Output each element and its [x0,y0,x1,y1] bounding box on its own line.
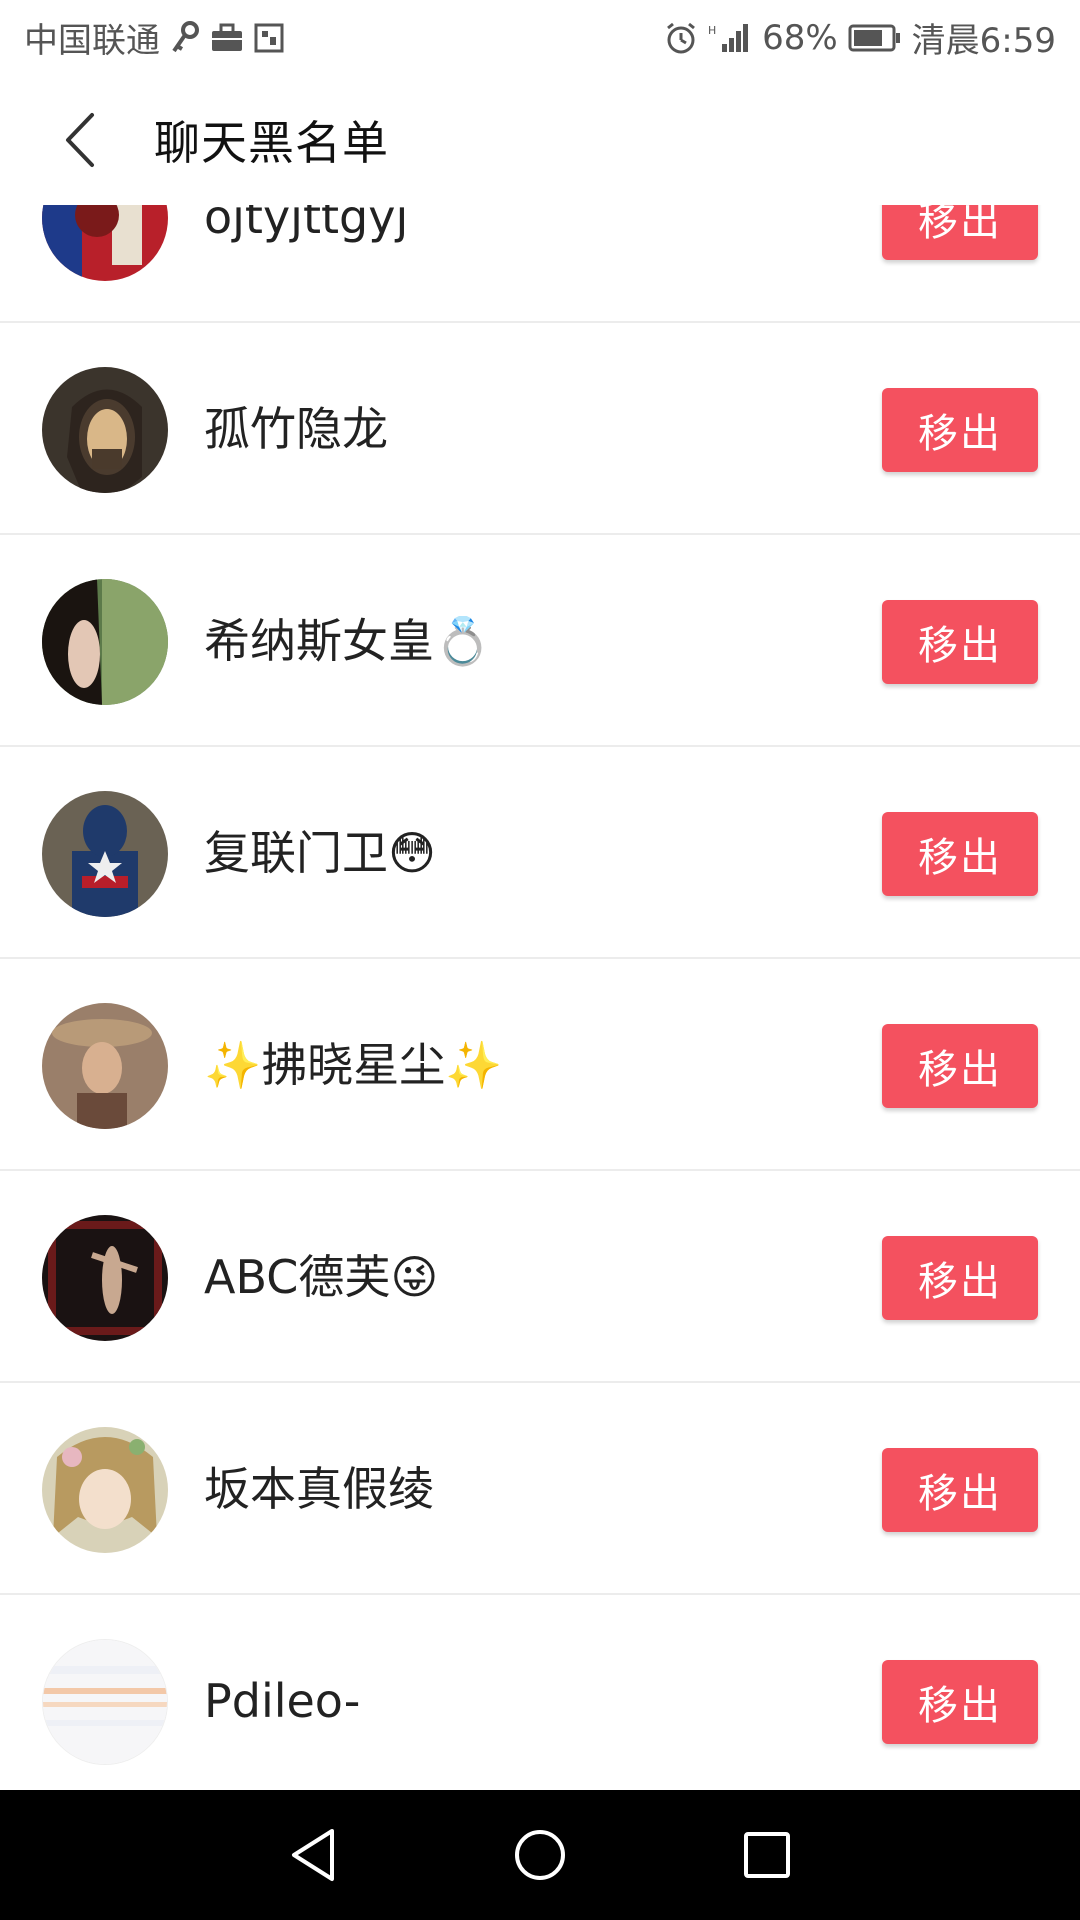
avatar[interactable] [42,1427,168,1553]
list-item: ✨拂晓星尘✨ 移出 [0,959,1080,1171]
list-item: ABC德芙😜 移出 [0,1171,1080,1383]
carrier-label: 中国联通 [24,21,160,61]
avatar[interactable] [42,791,168,917]
user-name: 孤竹隐龙 [204,402,388,456]
status-left: 中国联通 [24,13,284,62]
nav-home-button[interactable] [480,1795,600,1915]
system-nav-bar [0,1790,1080,1920]
remove-button[interactable]: 移出 [882,205,1038,260]
avatar[interactable] [42,205,168,281]
avatar[interactable] [42,367,168,493]
app-icon [254,23,284,53]
signal-icon: H [708,22,752,54]
app-header: 聊天黑名单 [0,75,1080,205]
list-item: 孤竹隐龙 移出 [0,323,1080,535]
svg-text:H: H [708,24,716,37]
user-name: ojtyjttgyj [204,205,409,244]
recents-square-icon [743,1832,790,1878]
blacklist: ojtyjttgyj 移出 孤竹隐龙 移出 希纳斯女皇💍 移出 复联门卫😳 移出 [0,205,1080,1790]
user-name: 复联门卫😳 [204,826,436,880]
page-title: 聊天黑名单 [154,116,389,170]
remove-button[interactable]: 移出 [882,600,1038,684]
remove-button[interactable]: 移出 [882,1236,1038,1320]
remove-button[interactable]: 移出 [882,812,1038,896]
list-item: 复联门卫😳 移出 [0,747,1080,959]
avatar[interactable] [42,1215,168,1341]
list-item: 希纳斯女皇💍 移出 [0,535,1080,747]
status-bar: 中国联通 H 68% 清晨6:59 [0,0,1080,75]
battery-percent: 68% [762,17,838,58]
avatar[interactable] [42,579,168,705]
chevron-left-icon [66,113,94,167]
clock-label: 清晨6:59 [911,21,1056,61]
user-name: ✨拂晓星尘✨ [204,1038,503,1092]
back-triangle-icon [292,1829,335,1881]
avatar[interactable] [42,1639,168,1765]
remove-button[interactable]: 移出 [882,1660,1038,1744]
back-button[interactable] [20,75,140,205]
user-name: 希纳斯女皇💍 [204,614,492,668]
status-right: H 68% 清晨6:59 [664,13,1056,62]
briefcase-icon [210,23,244,53]
key-icon [170,20,200,55]
nav-back-button[interactable] [253,1795,373,1915]
user-name: Pdileo- [204,1674,361,1728]
battery-icon [848,24,902,52]
remove-button[interactable]: 移出 [882,1448,1038,1532]
remove-button[interactable]: 移出 [882,1024,1038,1108]
user-name: 坂本真假绫 [204,1462,434,1516]
avatar[interactable] [42,1003,168,1129]
home-circle-icon [514,1830,565,1880]
nav-recents-button[interactable] [707,1795,827,1915]
user-name: ABC德芙😜 [204,1250,439,1304]
remove-button[interactable]: 移出 [882,388,1038,472]
list-item: ojtyjttgyj 移出 [0,205,1080,323]
blacklist-scroll[interactable]: ojtyjttgyj 移出 孤竹隐龙 移出 希纳斯女皇💍 移出 复联门卫😳 移出 [0,205,1080,1790]
list-item: 坂本真假绫 移出 [0,1383,1080,1595]
list-item: Pdileo- 移出 [0,1595,1080,1790]
alarm-icon [664,21,698,55]
